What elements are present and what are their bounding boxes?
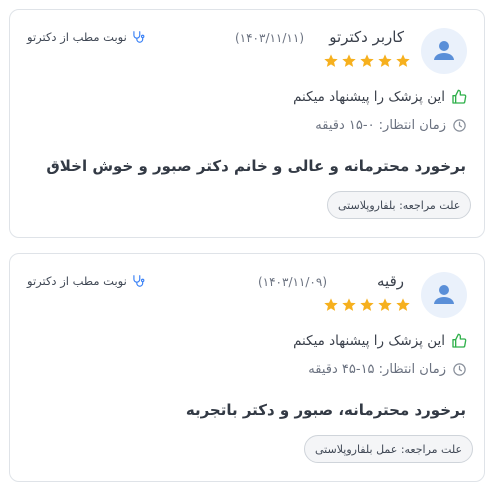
star-icon [396, 54, 410, 67]
recommend-text: این پزشک را پیشنهاد میکنم [293, 333, 445, 349]
review-card: رقیه (۱۴۰۳/۱۱/۰۹) نوبت مطب از دکترتو این… [9, 253, 485, 482]
thumbs-up-icon [452, 89, 467, 104]
booking-source: نوبت مطب از دکترتو [27, 30, 145, 44]
wait-time: زمان انتظار: ۰-۱۵ دقیقه [315, 118, 446, 133]
star-icon [360, 298, 374, 311]
recommend-row: این پزشک را پیشنهاد میکنم [293, 333, 467, 349]
star-icon [324, 298, 338, 311]
star-icon [360, 54, 374, 67]
star-icon [378, 298, 392, 311]
recommend-text: این پزشک را پیشنهاد میکنم [293, 89, 445, 105]
star-icon [342, 298, 356, 311]
wait-time-row: زمان انتظار: ۱۵-۴۵ دقیقه [308, 362, 467, 377]
user-avatar-icon [421, 28, 467, 74]
visit-reason-chip: علت مراجعه: بلفاروپلاستی [327, 191, 472, 219]
review-comment: برخورد محترمانه و عالی و خانم دکتر صبور … [46, 157, 466, 175]
booking-label: نوبت مطب از دکترتو [27, 30, 127, 44]
thumbs-up-icon [452, 333, 467, 348]
star-icon [342, 54, 356, 67]
rating-stars [323, 297, 411, 319]
stethoscope-icon [133, 275, 145, 287]
stethoscope-icon [133, 31, 145, 43]
wait-time: زمان انتظار: ۱۵-۴۵ دقیقه [308, 362, 446, 377]
user-avatar-icon [421, 272, 467, 318]
clock-icon [453, 119, 466, 132]
reviewer-name: کاربر دکترتو [329, 28, 404, 46]
visit-reason-chip: علت مراجعه: عمل بلفاروپلاستی [304, 435, 474, 463]
star-icon [396, 298, 410, 311]
review-date: (۱۴۰۳/۱۱/۱۱) [234, 31, 304, 45]
review-date: (۱۴۰۳/۱۱/۰۹) [257, 275, 327, 289]
clock-icon [453, 363, 466, 376]
review-comment: برخورد محترمانه، صبور و دکتر باتجربه [185, 401, 466, 419]
recommend-row: این پزشک را پیشنهاد میکنم [293, 89, 467, 105]
star-icon [378, 54, 392, 67]
wait-time-row: زمان انتظار: ۰-۱۵ دقیقه [315, 118, 467, 133]
review-card: کاربر دکترتو (۱۴۰۳/۱۱/۱۱) نوبت مطب از دک… [9, 9, 485, 238]
booking-source: نوبت مطب از دکترتو [27, 274, 145, 288]
rating-stars [323, 53, 411, 75]
reviewer-name: رقیه [377, 272, 404, 290]
star-icon [324, 54, 338, 67]
booking-label: نوبت مطب از دکترتو [27, 274, 127, 288]
